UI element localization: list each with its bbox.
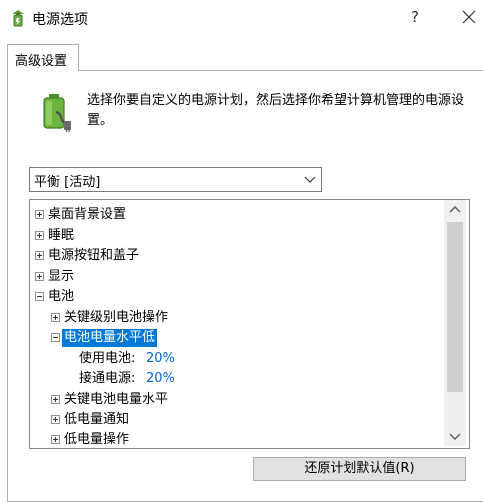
battery-plug-icon [43, 94, 71, 132]
tree-item-label: 睡眠 [48, 228, 75, 243]
chevron-down-icon [304, 176, 316, 183]
settings-tree[interactable]: 桌面背景设置 睡眠 电源按钮和盖子 显示 电池 关键级别电池操作 电池电量水平低… [29, 199, 470, 449]
collapse-minus-icon[interactable] [51, 333, 60, 342]
tree-item-label: 关键电池电量水平 [64, 392, 169, 407]
tree-item-label: 关键级别电池操作 [64, 310, 169, 325]
power-plan-selected: 平衡 [活动] [34, 175, 101, 190]
expand-plus-icon[interactable] [51, 435, 60, 444]
expand-plus-icon[interactable] [51, 415, 60, 424]
tree-item-label-selected: 电池电量水平低 [62, 329, 158, 347]
scroll-down-arrow-icon[interactable] [444, 426, 466, 446]
close-icon[interactable] [458, 6, 480, 28]
title-bar: 电源选项 ? [0, 0, 483, 36]
tab-advanced-settings[interactable]: 高级设置 [7, 44, 79, 71]
window-title: 电源选项 [32, 12, 88, 28]
tree-scrollbar[interactable] [444, 200, 466, 446]
description-text: 选择你要自定义的电源计划，然后选择你希望计算机管理的电源设置。 [87, 93, 465, 128]
setting-value-link[interactable]: 20% [144, 370, 177, 388]
power-options-icon [12, 10, 24, 27]
restore-plan-defaults-button[interactable]: 还原计划默认值(R) [253, 457, 466, 481]
expand-plus-icon[interactable] [51, 313, 60, 322]
setting-value-link[interactable]: 20% [144, 350, 177, 368]
help-button[interactable]: ? [404, 4, 426, 30]
expand-plus-icon[interactable] [51, 395, 60, 404]
tab-label: 高级设置 [15, 54, 68, 69]
expand-plus-icon[interactable] [35, 231, 44, 240]
expand-plus-icon[interactable] [35, 251, 44, 260]
expand-plus-icon[interactable] [35, 272, 44, 281]
tree-item-label: 低电量操作 [64, 432, 130, 447]
expand-plus-icon[interactable] [35, 210, 44, 219]
tree-item-label: 显示 [48, 269, 75, 284]
power-plan-dropdown[interactable]: 平衡 [活动] [29, 167, 322, 192]
setting-label: 使用电池: [79, 351, 136, 366]
collapse-minus-icon[interactable] [35, 292, 44, 301]
setting-label: 接通电源: [79, 371, 136, 386]
tree-item-label: 低电量通知 [64, 412, 130, 427]
scrollbar-thumb[interactable] [447, 222, 463, 392]
tree-item-label: 桌面背景设置 [48, 207, 127, 222]
scroll-up-arrow-icon[interactable] [444, 200, 466, 220]
tree-item-label: 电池 [48, 289, 75, 304]
tree-item-label: 电源按钮和盖子 [48, 248, 140, 263]
